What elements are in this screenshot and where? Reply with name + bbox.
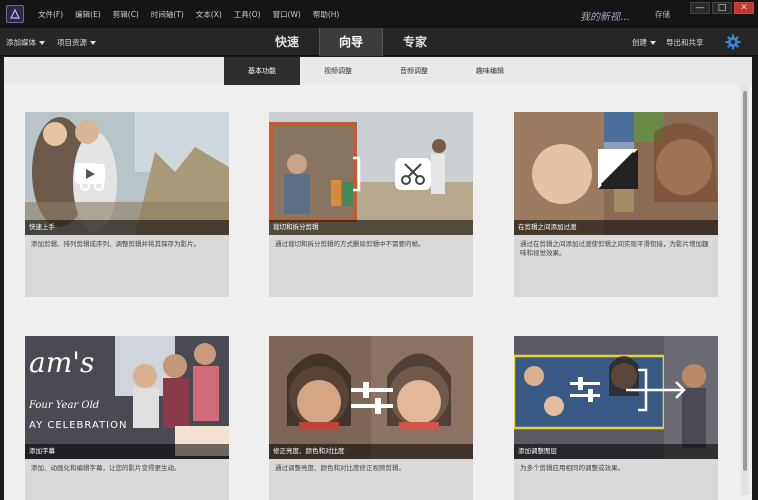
scroll-thumb[interactable] — [743, 91, 747, 471]
tab-quick[interactable]: 快速 — [255, 28, 319, 56]
menu-text[interactable]: 文本(X) — [196, 9, 222, 20]
menu-help[interactable]: 帮助(H) — [313, 9, 340, 20]
subtab-fun-edits[interactable]: 趣味编辑 — [452, 57, 528, 85]
card-description: 添加、动画化和编辑字幕，让您的影片变得更生动。 — [31, 464, 181, 472]
card-transitions[interactable]: 在剪辑之间添加过渡 通过在剪辑之间添加过渡使剪辑之间实现平滑衔接，为影片增加趣味… — [514, 112, 718, 297]
menu-window[interactable]: 窗口(W) — [273, 9, 301, 20]
minimize-button[interactable]: — — [690, 2, 710, 14]
card-thumbnail: 添加调整图层 — [514, 336, 718, 459]
overlay-subtitle-text: Four Year Old — [29, 400, 100, 411]
app-logo-icon — [10, 8, 20, 19]
card-thumbnail: 修正亮度、颜色和对比度 — [269, 336, 473, 459]
subtab-video-adjust[interactable]: 视频调整 — [300, 57, 376, 85]
create-label: 创建 — [632, 38, 647, 47]
chevron-down-icon — [39, 40, 45, 45]
save-button[interactable]: 存储 — [655, 9, 670, 20]
chevron-down-icon — [90, 40, 96, 45]
card-title: 裁切和拆分剪辑 — [269, 220, 473, 235]
menu-clip[interactable]: 剪辑(C) — [113, 9, 139, 20]
card-quick-start[interactable]: 快速上手 添加剪辑、排列剪辑成序列、调整剪辑并将其保存为影片。 — [25, 112, 229, 297]
create-dropdown[interactable]: 创建 — [632, 37, 656, 48]
menu-timeline[interactable]: 时间轴(T) — [151, 9, 184, 20]
play-icon — [75, 164, 105, 184]
project-assets-label: 项目资源 — [57, 38, 87, 47]
card-description: 通过调整亮度、颜色和对比度修正视频剪辑。 — [275, 464, 405, 472]
card-title: 在剪辑之间添加过渡 — [514, 220, 718, 235]
title-bar: 文件(F) 编辑(E) 剪辑(C) 时间轴(T) 文本(X) 工具(O) 窗口(… — [0, 0, 758, 28]
subtab-audio-adjust[interactable]: 音频调整 — [376, 57, 452, 85]
card-thumbnail: 裁切和拆分剪辑 — [269, 112, 473, 235]
card-description: 为多个剪辑应用相同的调整或效果。 — [520, 464, 624, 472]
tab-expert[interactable]: 专家 — [383, 28, 447, 56]
menu-edit[interactable]: 编辑(E) — [75, 9, 101, 20]
mode-tabs: 快速 向导 专家 — [255, 28, 447, 56]
layer-adjust-icon — [570, 368, 686, 412]
card-thumbnail: 在剪辑之间添加过渡 — [514, 112, 718, 235]
overlay-banner-text: AY CELEBRATION — [29, 420, 128, 431]
export-share-button[interactable]: 导出和共享 — [666, 37, 704, 48]
project-name: 我的新视... — [580, 12, 630, 23]
card-trim-split[interactable]: 裁切和拆分剪辑 通过裁切和拆分剪辑的方式删除剪辑中不需要的帧。 — [269, 112, 473, 297]
card-title: 添加字幕 — [25, 444, 229, 459]
menu-tools[interactable]: 工具(O) — [234, 9, 261, 20]
card-description: 添加剪辑、排列剪辑成序列、调整剪辑并将其保存为影片。 — [31, 240, 200, 248]
add-media-label: 添加媒体 — [6, 38, 36, 47]
tab-guided[interactable]: 向导 — [319, 28, 383, 56]
window-controls: — □ ✕ — [688, 2, 754, 14]
project-assets-dropdown[interactable]: 项目资源 — [57, 37, 96, 48]
card-title: 修正亮度、颜色和对比度 — [269, 444, 473, 459]
card-thumbnail: 快速上手 — [25, 112, 229, 235]
card-description: 通过裁切和拆分剪辑的方式删除剪辑中不需要的帧。 — [275, 240, 425, 248]
card-title: 快速上手 — [25, 220, 229, 235]
transition-icon — [598, 149, 638, 189]
gear-icon[interactable] — [725, 34, 741, 50]
vertical-scrollbar[interactable] — [741, 85, 749, 495]
subtab-basic[interactable]: 基本功能 — [224, 57, 300, 85]
family-photo — [25, 112, 229, 235]
sliders-icon — [351, 382, 393, 414]
app-logo — [6, 5, 24, 23]
toolbar: 添加媒体 项目资源 快速 向导 专家 创建 导出和共享 — [0, 28, 758, 56]
menu-file[interactable]: 文件(F) — [38, 9, 63, 20]
card-description: 通过在剪辑之间添加过渡使剪辑之间实现平滑衔接，为影片增加趣味和视觉效果。 — [520, 240, 709, 257]
scissors-icon — [353, 156, 431, 192]
overlay-title-text: am's — [29, 346, 95, 379]
card-thumbnail: am's Four Year Old AY CELEBRATION 添加字幕 — [25, 336, 229, 459]
menu-bar: 文件(F) 编辑(E) 剪辑(C) 时间轴(T) 文本(X) 工具(O) 窗口(… — [38, 9, 351, 20]
card-color-correction[interactable]: 修正亮度、颜色和对比度 通过调整亮度、颜色和对比度修正视频剪辑。 — [269, 336, 473, 500]
chevron-down-icon — [650, 40, 656, 45]
maximize-button[interactable]: □ — [712, 2, 732, 14]
card-title: 添加调整图层 — [514, 444, 718, 459]
add-media-dropdown[interactable]: 添加媒体 — [6, 37, 45, 48]
card-adjustment-layer[interactable]: 添加调整图层 为多个剪辑应用相同的调整或效果。 — [514, 336, 718, 500]
close-button[interactable]: ✕ — [734, 2, 754, 14]
guided-subtabs-bar: 基本功能 视频调整 音频调整 趣味编辑 — [4, 57, 752, 85]
card-add-titles[interactable]: am's Four Year Old AY CELEBRATION 添加字幕 添… — [25, 336, 229, 500]
